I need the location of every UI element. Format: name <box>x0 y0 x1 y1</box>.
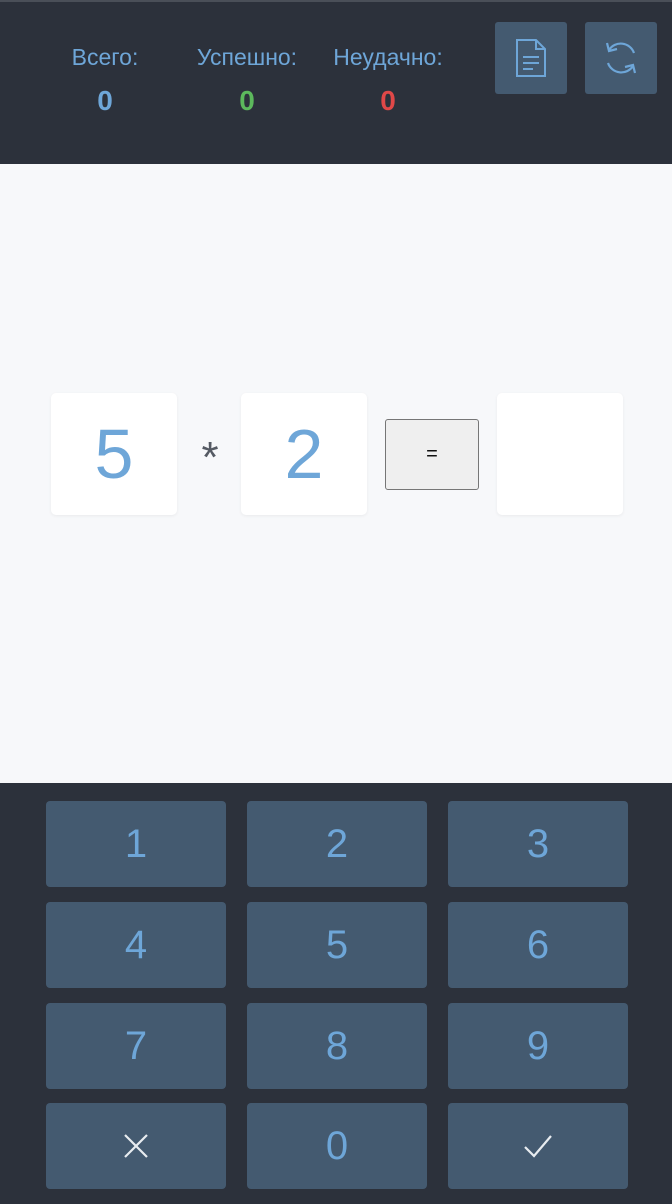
operator-symbol: * <box>201 433 219 482</box>
operand-a-card: 5 <box>51 393 177 515</box>
problem-area: 5 * 2 = <box>0 164 672 783</box>
equals-button[interactable]: = <box>385 419 479 490</box>
key-0[interactable]: 0 <box>247 1103 427 1189</box>
stat-success-value: 0 <box>239 85 255 116</box>
document-icon <box>516 39 546 77</box>
stat-fail-label: Неудачно: <box>333 44 443 70</box>
stat-total-label: Всего: <box>71 44 139 70</box>
refresh-icon <box>605 42 637 74</box>
clear-button[interactable] <box>46 1103 226 1189</box>
stat-success: Успешно: 0 <box>186 44 308 117</box>
key-4[interactable]: 4 <box>46 902 226 988</box>
key-9[interactable]: 9 <box>448 1003 628 1089</box>
key-6[interactable]: 6 <box>448 902 628 988</box>
stat-fail-value: 0 <box>380 85 396 116</box>
check-icon <box>524 1135 552 1158</box>
stat-total: Всего: 0 <box>58 44 152 117</box>
submit-button[interactable] <box>448 1103 628 1189</box>
key-8[interactable]: 8 <box>247 1003 427 1089</box>
clear-icon <box>124 1134 148 1158</box>
key-3[interactable]: 3 <box>448 801 628 887</box>
operand-b-card: 2 <box>241 393 367 515</box>
key-7[interactable]: 7 <box>46 1003 226 1089</box>
key-1[interactable]: 1 <box>46 801 226 887</box>
stat-total-value: 0 <box>97 85 113 116</box>
refresh-button[interactable] <box>585 22 657 94</box>
number-keypad: 1 2 3 4 5 6 7 8 9 0 <box>0 783 672 1204</box>
key-5[interactable]: 5 <box>247 902 427 988</box>
stat-fail: Неудачно: 0 <box>322 44 454 117</box>
answer-field[interactable] <box>497 393 623 515</box>
stat-success-label: Успешно: <box>196 44 298 70</box>
key-2[interactable]: 2 <box>247 801 427 887</box>
stats-header: Всего: 0 Успешно: 0 Неудачно: 0 <box>0 0 672 164</box>
report-button[interactable] <box>495 22 567 94</box>
